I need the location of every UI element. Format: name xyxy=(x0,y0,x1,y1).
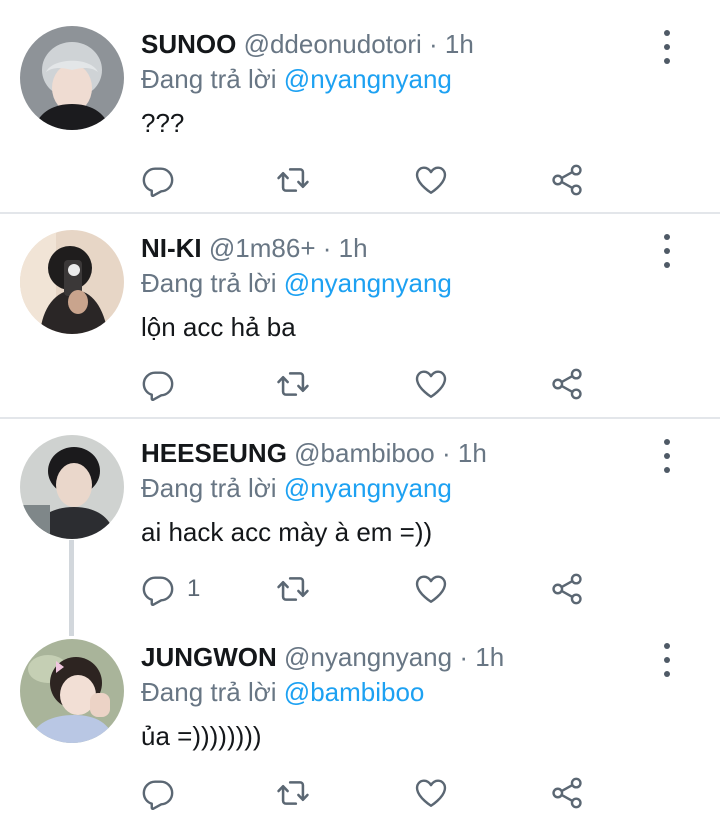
avatar[interactable] xyxy=(20,26,124,130)
reply-button[interactable]: 1 xyxy=(141,571,200,607)
retweet-icon xyxy=(276,776,310,810)
replying-to-label: Đang trả lời xyxy=(141,677,277,707)
replying-to: Đang trả lời @nyangnyang xyxy=(141,62,452,96)
retweet-button[interactable] xyxy=(276,775,310,811)
separator-dot: · xyxy=(322,233,332,263)
share-icon xyxy=(550,163,584,197)
separator-dot: · xyxy=(441,438,451,468)
more-vertical-icon[interactable] xyxy=(658,30,676,64)
mention-link[interactable]: @nyangnyang xyxy=(284,64,452,94)
heart-icon xyxy=(414,776,448,810)
reply-icon xyxy=(141,776,175,810)
share-icon xyxy=(550,572,584,606)
replying-to-label: Đang trả lời xyxy=(141,268,277,298)
retweet-icon xyxy=(276,163,310,197)
like-button[interactable] xyxy=(414,366,448,402)
reply-icon xyxy=(141,572,175,606)
tweet-header: SUNOO @ddeonudotori · 1h xyxy=(141,28,474,60)
mention-link[interactable]: @bambiboo xyxy=(284,677,425,707)
separator-dot: · xyxy=(429,29,438,59)
reply-icon xyxy=(141,163,175,197)
tweet[interactable]: NI-KI @1m86+ · 1h Đang trả lời @nyangnya… xyxy=(0,204,720,416)
retweet-button[interactable] xyxy=(276,571,310,607)
tweet-header: HEESEUNG @bambiboo · 1h xyxy=(141,437,487,469)
tweet-actions xyxy=(141,366,601,402)
tweet-text: lộn acc hả ba xyxy=(141,312,296,342)
retweet-button[interactable] xyxy=(276,366,310,402)
display-name[interactable]: SUNOO xyxy=(141,29,236,59)
replying-to-label: Đang trả lời xyxy=(141,64,277,94)
replying-to: Đang trả lời @nyangnyang xyxy=(141,471,452,505)
reply-icon xyxy=(141,367,175,401)
user-handle[interactable]: @1m86+ xyxy=(209,233,316,263)
tweet-text: ??? xyxy=(141,108,185,138)
reply-count: 1 xyxy=(187,575,201,602)
mention-link[interactable]: @nyangnyang xyxy=(284,473,452,503)
more-vertical-icon[interactable] xyxy=(658,439,676,473)
tweet[interactable]: JUNGWON @nyangnyang · 1h Đang trả lời @b… xyxy=(0,613,720,822)
reply-button[interactable] xyxy=(141,162,187,198)
retweet-icon xyxy=(276,367,310,401)
replying-to: Đang trả lời @nyangnyang xyxy=(141,266,452,300)
timestamp: 1h xyxy=(475,642,505,672)
reply-button[interactable] xyxy=(141,366,187,402)
display-name[interactable]: HEESEUNG xyxy=(141,438,287,468)
share-icon xyxy=(550,776,584,810)
avatar[interactable] xyxy=(20,230,124,334)
share-button[interactable] xyxy=(550,571,584,607)
like-button[interactable] xyxy=(414,571,448,607)
like-button[interactable] xyxy=(414,775,448,811)
separator-dot: · xyxy=(459,642,468,672)
heart-icon xyxy=(414,163,448,197)
tweet[interactable]: SUNOO @ddeonudotori · 1h Đang trả lời @n… xyxy=(0,0,720,212)
heart-icon xyxy=(414,367,448,401)
tweet-header: JUNGWON @nyangnyang · 1h xyxy=(141,641,504,673)
more-vertical-icon[interactable] xyxy=(658,234,676,268)
display-name[interactable]: NI-KI xyxy=(141,233,202,263)
replying-to: Đang trả lời @bambiboo xyxy=(141,675,424,709)
share-icon xyxy=(550,367,584,401)
user-handle[interactable]: @ddeonudotori xyxy=(244,29,422,59)
tweet-header: NI-KI @1m86+ · 1h xyxy=(141,232,368,264)
heart-icon xyxy=(414,572,448,606)
more-vertical-icon[interactable] xyxy=(658,643,676,677)
tweet-actions xyxy=(141,162,601,198)
replying-to-label: Đang trả lời xyxy=(141,473,277,503)
mention-link[interactable]: @nyangnyang xyxy=(284,268,452,298)
timestamp: 1h xyxy=(457,438,487,468)
share-button[interactable] xyxy=(550,775,584,811)
tweet-actions: 1 xyxy=(141,571,601,607)
tweet[interactable]: HEESEUNG @bambiboo · 1h Đang trả lời @ny… xyxy=(0,409,720,621)
display-name[interactable]: JUNGWON xyxy=(141,642,277,672)
user-handle[interactable]: @nyangnyang xyxy=(284,642,452,672)
share-button[interactable] xyxy=(550,366,584,402)
retweet-button[interactable] xyxy=(276,162,310,198)
timestamp: 1h xyxy=(444,29,474,59)
user-handle[interactable]: @bambiboo xyxy=(294,438,435,468)
like-button[interactable] xyxy=(414,162,448,198)
avatar[interactable] xyxy=(20,639,124,743)
timestamp: 1h xyxy=(338,233,368,263)
tweet-actions xyxy=(141,775,601,811)
tweet-text: ai hack acc mày à em =)) xyxy=(141,517,433,547)
reply-button[interactable] xyxy=(141,775,187,811)
share-button[interactable] xyxy=(550,162,584,198)
retweet-icon xyxy=(276,572,310,606)
tweet-text: ủa =)))))))) xyxy=(141,721,262,751)
avatar[interactable] xyxy=(20,435,124,539)
